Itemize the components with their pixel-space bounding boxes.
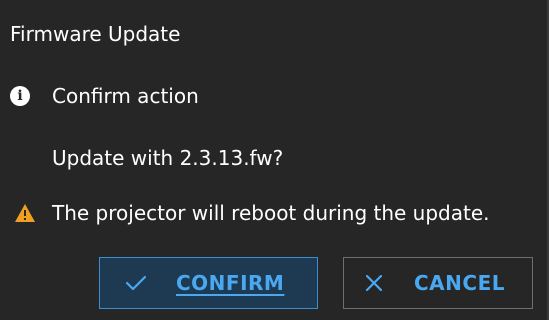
question-row: Update with 2.3.13.fw? — [52, 145, 283, 171]
check-icon — [126, 275, 146, 291]
warning-row: The projector will reboot during the upd… — [14, 200, 490, 226]
info-icon: i — [10, 86, 30, 106]
update-question: Update with 2.3.13.fw? — [52, 146, 284, 170]
dialog-title: Firmware Update — [10, 22, 181, 46]
warning-text: The projector will reboot during the upd… — [52, 201, 490, 225]
close-icon — [366, 275, 382, 291]
cancel-button-label: CANCEL — [414, 271, 505, 295]
firmware-update-dialog: Firmware Update i Confirm action Update … — [0, 0, 549, 320]
confirm-button-label: CONFIRM — [176, 271, 285, 295]
confirm-button[interactable]: CONFIRM — [99, 257, 318, 309]
confirm-heading-row: i Confirm action — [10, 83, 199, 109]
cancel-button[interactable]: CANCEL — [343, 257, 533, 309]
warning-icon — [15, 204, 35, 222]
confirm-heading: Confirm action — [52, 84, 199, 108]
